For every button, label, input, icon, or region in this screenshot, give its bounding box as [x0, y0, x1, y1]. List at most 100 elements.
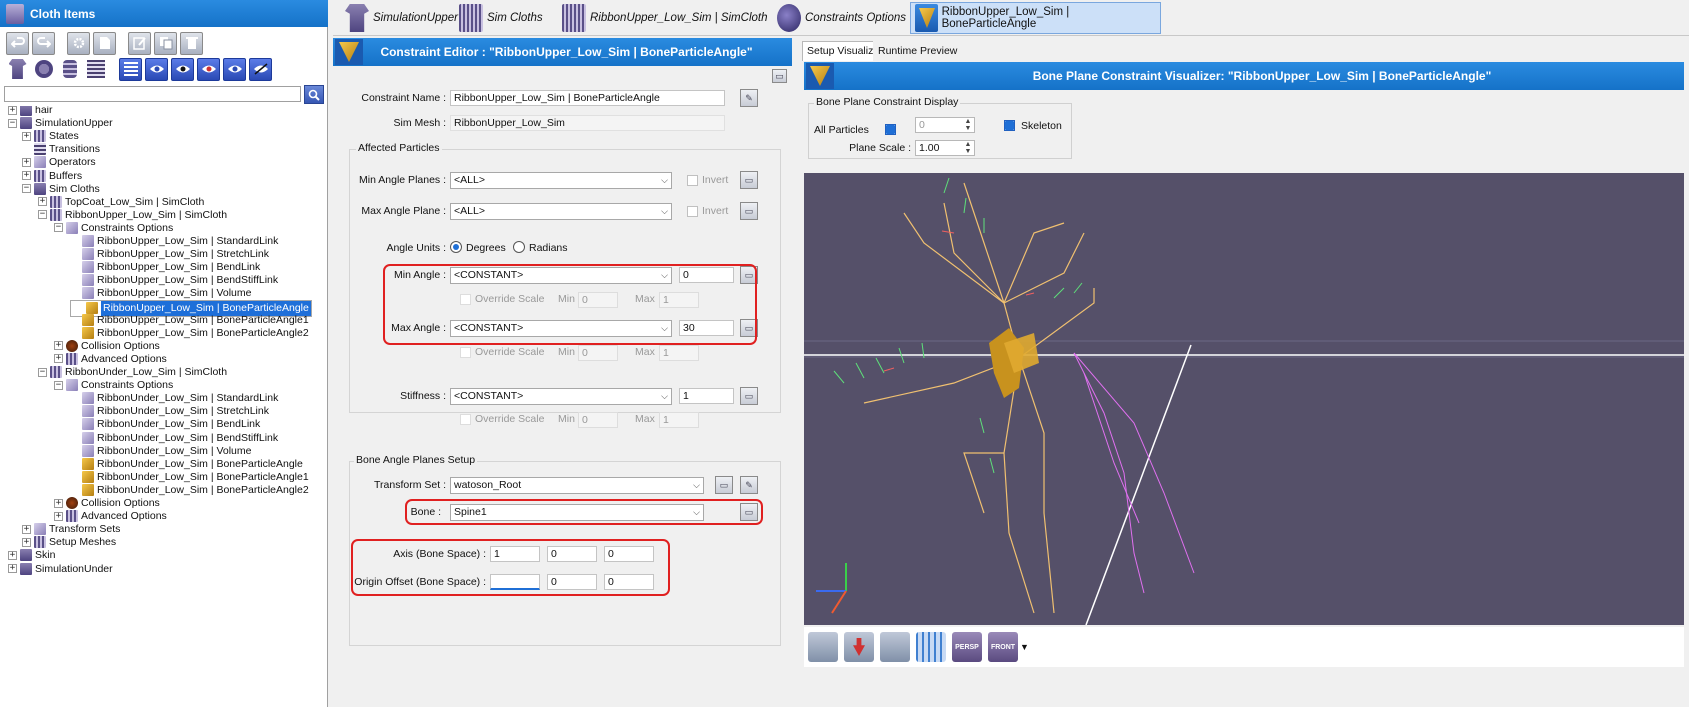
tree-item[interactable]: − SimulationUpper	[8, 116, 113, 130]
stiffness-scale-max-field[interactable]: 1	[659, 412, 699, 428]
transform-set-pick-icon[interactable]: ▭	[715, 476, 733, 494]
tree-item[interactable]: + Advanced Options	[54, 509, 167, 523]
tree-item[interactable]: RibbonUnder_Low_Sim | StretchLink	[70, 404, 269, 418]
max-angle-scale-min-field[interactable]: 0	[578, 345, 618, 361]
max-angle-scale-max-field[interactable]: 1	[659, 345, 699, 361]
expand-plus-icon[interactable]: +	[22, 524, 31, 534]
tab-ribbon-upper-simcloth[interactable]: RibbonUpper_Low_Sim | SimCloth	[558, 2, 774, 34]
tab-sim-cloths[interactable]: Sim Cloths	[455, 2, 549, 34]
tree-item[interactable]: + SimulationUnder	[8, 562, 113, 576]
tree-item[interactable]: + Collision Options	[54, 496, 160, 510]
tree-item[interactable]: RibbonUnder_Low_Sim | BoneParticleAngle	[70, 457, 303, 471]
select-mode-icon[interactable]	[808, 632, 838, 662]
tree-item[interactable]: RibbonUpper_Low_Sim | BendStiffLink	[70, 273, 278, 287]
tab-simulation-upper[interactable]: SimulationUpper	[341, 2, 464, 34]
constraint-name-field[interactable]: RibbonUpper_Low_Sim | BoneParticleAngle	[450, 90, 725, 106]
isolate-eye-icon[interactable]	[223, 57, 246, 81]
3d-viewport[interactable]	[804, 173, 1684, 625]
degrees-radio[interactable]	[450, 241, 462, 253]
tree-item[interactable]: − RibbonUnder_Low_Sim | SimCloth	[38, 365, 227, 379]
rename-edit-icon[interactable]: ✎	[740, 89, 758, 107]
tree-search-input[interactable]	[4, 86, 301, 102]
max-plane-invert-checkbox[interactable]	[687, 206, 698, 217]
tree-item[interactable]: + Setup Meshes	[22, 535, 116, 549]
collapse-minus-icon[interactable]: −	[38, 210, 47, 220]
edit-icon[interactable]	[128, 31, 151, 55]
tree-item[interactable]: − Sim Cloths	[22, 182, 100, 196]
expand-plus-icon[interactable]: +	[8, 550, 17, 560]
grid-toggle-icon[interactable]	[916, 632, 946, 662]
tree-item[interactable]: + TopCoat_Low_Sim | SimCloth	[38, 195, 204, 209]
collapse-minus-icon[interactable]: −	[8, 118, 17, 128]
particle-index-spinner[interactable]: 0 ▲ ▼	[915, 117, 975, 133]
transform-set-select[interactable]: watoson_Root ⌵	[450, 477, 704, 494]
tree-item[interactable]: + Skin	[8, 548, 55, 562]
collapse-minus-icon[interactable]: −	[38, 367, 47, 377]
radians-radio[interactable]	[513, 241, 525, 253]
expand-plus-icon[interactable]: +	[22, 537, 31, 547]
plane-scale-spinner[interactable]: 1.00 ▲ ▼	[915, 140, 975, 156]
tree-item[interactable]: RibbonUpper_Low_Sim | StandardLink	[70, 234, 278, 248]
expand-plus-icon[interactable]: +	[54, 498, 63, 508]
min-angle-planes-select[interactable]: <ALL> ⌵	[450, 172, 672, 189]
stiffness-options-icon[interactable]: ▭	[740, 387, 758, 405]
tree-item[interactable]: RibbonUnder_Low_Sim | BoneParticleAngle2	[70, 483, 309, 497]
redo-icon[interactable]	[32, 31, 55, 55]
tab-bone-particle-angle[interactable]: RibbonUpper_Low_Sim | BoneParticleAngle	[910, 2, 1161, 34]
transition-list-icon[interactable]	[84, 58, 107, 81]
tree-item[interactable]: + Transform Sets	[22, 522, 120, 536]
tree-item[interactable]: − Constraints Options	[54, 378, 173, 392]
search-icon[interactable]	[304, 85, 324, 104]
tree-item[interactable]: RibbonUpper_Low_Sim | BoneParticleAngle1	[70, 313, 309, 327]
skeleton-checkbox[interactable]	[1004, 120, 1015, 131]
tree-item[interactable]: + States	[22, 129, 79, 143]
frame-selection-icon[interactable]	[880, 632, 910, 662]
tree-item[interactable]: + Collision Options	[54, 339, 160, 353]
tree-item[interactable]: − RibbonUpper_Low_Sim | SimCloth	[38, 208, 227, 222]
buffer-stack-icon[interactable]	[58, 58, 81, 81]
perspective-camera-icon[interactable]: PERSP	[952, 632, 982, 662]
expand-plus-icon[interactable]: +	[22, 171, 31, 180]
tab-runtime-preview[interactable]: Runtime Preview	[873, 41, 963, 61]
expand-plus-icon[interactable]: +	[54, 511, 63, 521]
highlight-eye-icon[interactable]	[197, 57, 220, 81]
tree-item[interactable]: RibbonUpper_Low_Sim | BendLink	[70, 260, 260, 274]
undo-icon[interactable]	[6, 31, 29, 55]
tree-item[interactable]: + Advanced Options	[54, 352, 167, 366]
transform-set-edit-icon[interactable]: ✎	[740, 476, 758, 494]
tree-item[interactable]: + Buffers	[22, 169, 82, 183]
min-planes-options-icon[interactable]: ▭	[740, 171, 758, 189]
tree-item[interactable]: RibbonUpper_Low_Sim | StretchLink	[70, 247, 269, 261]
expand-plus-icon[interactable]: +	[22, 131, 31, 141]
delete-trash-icon[interactable]	[180, 31, 203, 55]
expand-plus-icon[interactable]: +	[8, 564, 17, 573]
tree-item[interactable]: RibbonUnder_Low_Sim | StandardLink	[70, 391, 278, 405]
view-dropdown-chevron-icon[interactable]: ▼	[1020, 642, 1029, 652]
tree-item[interactable]: RibbonUnder_Low_Sim | Volume	[70, 444, 251, 458]
panel-options-icon[interactable]: ▭	[772, 69, 787, 83]
expand-plus-icon[interactable]: +	[54, 354, 63, 364]
settings-gear-icon[interactable]	[67, 31, 90, 55]
expand-plus-icon[interactable]: +	[38, 197, 47, 207]
tree-item[interactable]: Transitions	[22, 142, 100, 156]
operator-icon[interactable]	[32, 58, 55, 81]
tree-item[interactable]: + Operators	[22, 155, 96, 169]
stiffness-value-field[interactable]: 1	[679, 388, 734, 404]
max-angle-plane-select[interactable]: <ALL> ⌵	[450, 203, 672, 220]
front-view-icon[interactable]: FRONT	[988, 632, 1018, 662]
tab-constraints-options[interactable]: Constraints Options	[773, 2, 912, 34]
list-view-icon[interactable]	[119, 57, 142, 81]
expand-plus-icon[interactable]: +	[22, 157, 31, 167]
max-plane-options-icon[interactable]: ▭	[740, 202, 758, 220]
tree-item[interactable]: RibbonUpper_Low_Sim | Volume	[70, 286, 251, 300]
tree-item[interactable]: − Constraints Options	[54, 221, 173, 235]
new-document-icon[interactable]	[93, 31, 116, 55]
tree-item[interactable]: RibbonUpper_Low_Sim | BoneParticleAngle2	[70, 326, 309, 340]
visibility-eye-icon[interactable]	[145, 57, 168, 81]
collapse-minus-icon[interactable]: −	[54, 223, 63, 233]
tree-item[interactable]: RibbonUnder_Low_Sim | BendLink	[70, 417, 260, 431]
min-planes-invert-checkbox[interactable]	[687, 175, 698, 186]
copy-icon[interactable]	[154, 31, 177, 55]
cloth-shirt-icon[interactable]	[6, 58, 29, 81]
stiffness-override-scale-checkbox[interactable]	[460, 414, 471, 425]
